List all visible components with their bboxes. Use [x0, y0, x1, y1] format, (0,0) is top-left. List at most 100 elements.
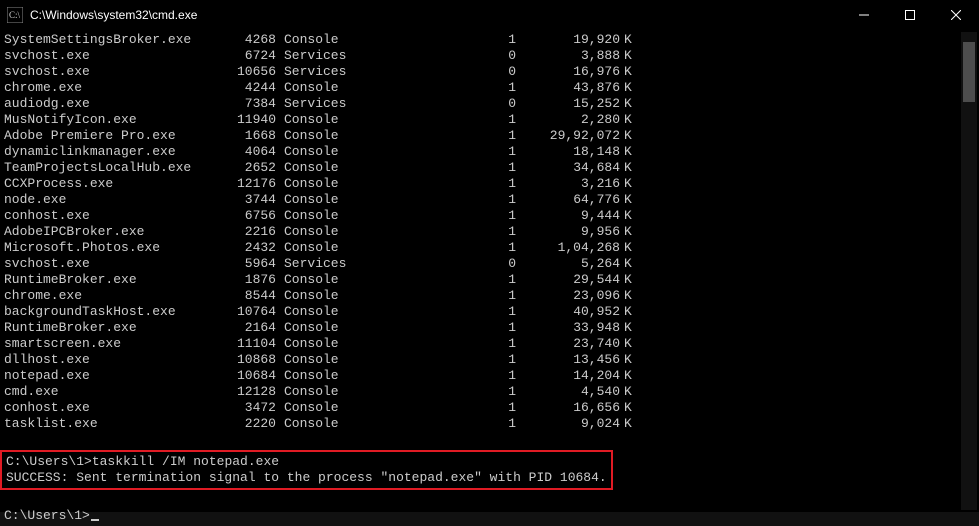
- proc-mem: 64,776: [516, 192, 620, 208]
- proc-name: cmd.exe: [4, 384, 204, 400]
- mem-unit: K: [620, 288, 632, 304]
- proc-mem: 33,948: [516, 320, 620, 336]
- mem-unit: K: [620, 304, 632, 320]
- proc-mem: 29,92,072: [516, 128, 620, 144]
- proc-name: chrome.exe: [4, 80, 204, 96]
- proc-pid: 4268: [204, 32, 276, 48]
- scrollbar-thumb[interactable]: [963, 42, 975, 102]
- proc-name: MusNotifyIcon.exe: [4, 112, 204, 128]
- process-row: notepad.exe10684Console114,204K: [4, 368, 975, 384]
- proc-session: Console: [276, 160, 364, 176]
- proc-session: Console: [276, 176, 364, 192]
- proc-pid: 2652: [204, 160, 276, 176]
- proc-name: Adobe Premiere Pro.exe: [4, 128, 204, 144]
- proc-name: dllhost.exe: [4, 352, 204, 368]
- mem-unit: K: [620, 352, 632, 368]
- blank-line: [4, 492, 975, 508]
- mem-unit: K: [620, 224, 632, 240]
- proc-name: backgroundTaskHost.exe: [4, 304, 204, 320]
- proc-mem: 29,544: [516, 272, 620, 288]
- process-row: svchost.exe5964Services05,264K: [4, 256, 975, 272]
- proc-name: smartscreen.exe: [4, 336, 204, 352]
- scrollbar[interactable]: [961, 32, 977, 510]
- proc-session-num: 1: [364, 80, 516, 96]
- proc-name: svchost.exe: [4, 48, 204, 64]
- close-button[interactable]: [933, 0, 979, 30]
- proc-mem: 23,740: [516, 336, 620, 352]
- proc-session-num: 0: [364, 96, 516, 112]
- mem-unit: K: [620, 112, 632, 128]
- proc-mem: 9,956: [516, 224, 620, 240]
- proc-name: node.exe: [4, 192, 204, 208]
- highlighted-command-block: C:\Users\1>taskkill /IM notepad.exeSUCCE…: [0, 450, 613, 490]
- proc-session-num: 0: [364, 64, 516, 80]
- proc-session-num: 1: [364, 368, 516, 384]
- mem-unit: K: [620, 160, 632, 176]
- proc-session-num: 1: [364, 144, 516, 160]
- proc-session-num: 1: [364, 112, 516, 128]
- proc-mem: 43,876: [516, 80, 620, 96]
- proc-session-num: 1: [364, 192, 516, 208]
- proc-session: Console: [276, 320, 364, 336]
- proc-mem: 3,216: [516, 176, 620, 192]
- mem-unit: K: [620, 384, 632, 400]
- command-result: SUCCESS: Sent termination signal to the …: [6, 470, 607, 486]
- proc-session-num: 1: [364, 240, 516, 256]
- proc-session-num: 1: [364, 128, 516, 144]
- process-row: MusNotifyIcon.exe11940Console12,280K: [4, 112, 975, 128]
- proc-pid: 7384: [204, 96, 276, 112]
- maximize-button[interactable]: [887, 0, 933, 30]
- proc-pid: 11940: [204, 112, 276, 128]
- proc-session: Console: [276, 224, 364, 240]
- process-row: conhost.exe3472Console116,656K: [4, 400, 975, 416]
- titlebar: C:\ C:\Windows\system32\cmd.exe: [0, 0, 979, 30]
- process-row: conhost.exe6756Console19,444K: [4, 208, 975, 224]
- process-row: Adobe Premiere Pro.exe1668Console129,92,…: [4, 128, 975, 144]
- proc-mem: 2,280: [516, 112, 620, 128]
- svg-text:C:\: C:\: [9, 10, 21, 20]
- proc-name: SystemSettingsBroker.exe: [4, 32, 204, 48]
- proc-session: Services: [276, 48, 364, 64]
- mem-unit: K: [620, 80, 632, 96]
- process-row: RuntimeBroker.exe1876Console129,544K: [4, 272, 975, 288]
- proc-session: Services: [276, 64, 364, 80]
- minimize-button[interactable]: [841, 0, 887, 30]
- proc-pid: 2220: [204, 416, 276, 432]
- proc-session: Console: [276, 240, 364, 256]
- process-row: node.exe3744Console164,776K: [4, 192, 975, 208]
- process-row: smartscreen.exe11104Console123,740K: [4, 336, 975, 352]
- proc-session: Console: [276, 192, 364, 208]
- proc-mem: 9,444: [516, 208, 620, 224]
- mem-unit: K: [620, 256, 632, 272]
- proc-session-num: 1: [364, 336, 516, 352]
- proc-pid: 1668: [204, 128, 276, 144]
- current-prompt-line[interactable]: C:\Users\1>: [4, 508, 975, 524]
- proc-pid: 5964: [204, 256, 276, 272]
- mem-unit: K: [620, 48, 632, 64]
- proc-pid: 4244: [204, 80, 276, 96]
- proc-session-num: 1: [364, 304, 516, 320]
- proc-session-num: 1: [364, 320, 516, 336]
- proc-session-num: 1: [364, 160, 516, 176]
- window-title: C:\Windows\system32\cmd.exe: [30, 8, 197, 22]
- mem-unit: K: [620, 240, 632, 256]
- proc-session: Console: [276, 384, 364, 400]
- process-row: chrome.exe4244Console143,876K: [4, 80, 975, 96]
- proc-mem: 9,024: [516, 416, 620, 432]
- process-row: SystemSettingsBroker.exe4268Console119,9…: [4, 32, 975, 48]
- proc-session-num: 1: [364, 416, 516, 432]
- proc-mem: 23,096: [516, 288, 620, 304]
- prompt: C:\Users\1>: [6, 454, 92, 469]
- proc-pid: 6724: [204, 48, 276, 64]
- proc-pid: 12176: [204, 176, 276, 192]
- process-row: RuntimeBroker.exe2164Console133,948K: [4, 320, 975, 336]
- proc-session: Console: [276, 304, 364, 320]
- process-row: Microsoft.Photos.exe2432Console11,04,268…: [4, 240, 975, 256]
- terminal-output[interactable]: SystemSettingsBroker.exe4268Console119,9…: [0, 30, 979, 526]
- proc-pid: 10868: [204, 352, 276, 368]
- process-row: dllhost.exe10868Console113,456K: [4, 352, 975, 368]
- proc-session: Console: [276, 272, 364, 288]
- proc-name: Microsoft.Photos.exe: [4, 240, 204, 256]
- proc-pid: 6756: [204, 208, 276, 224]
- blank-line: [4, 432, 975, 448]
